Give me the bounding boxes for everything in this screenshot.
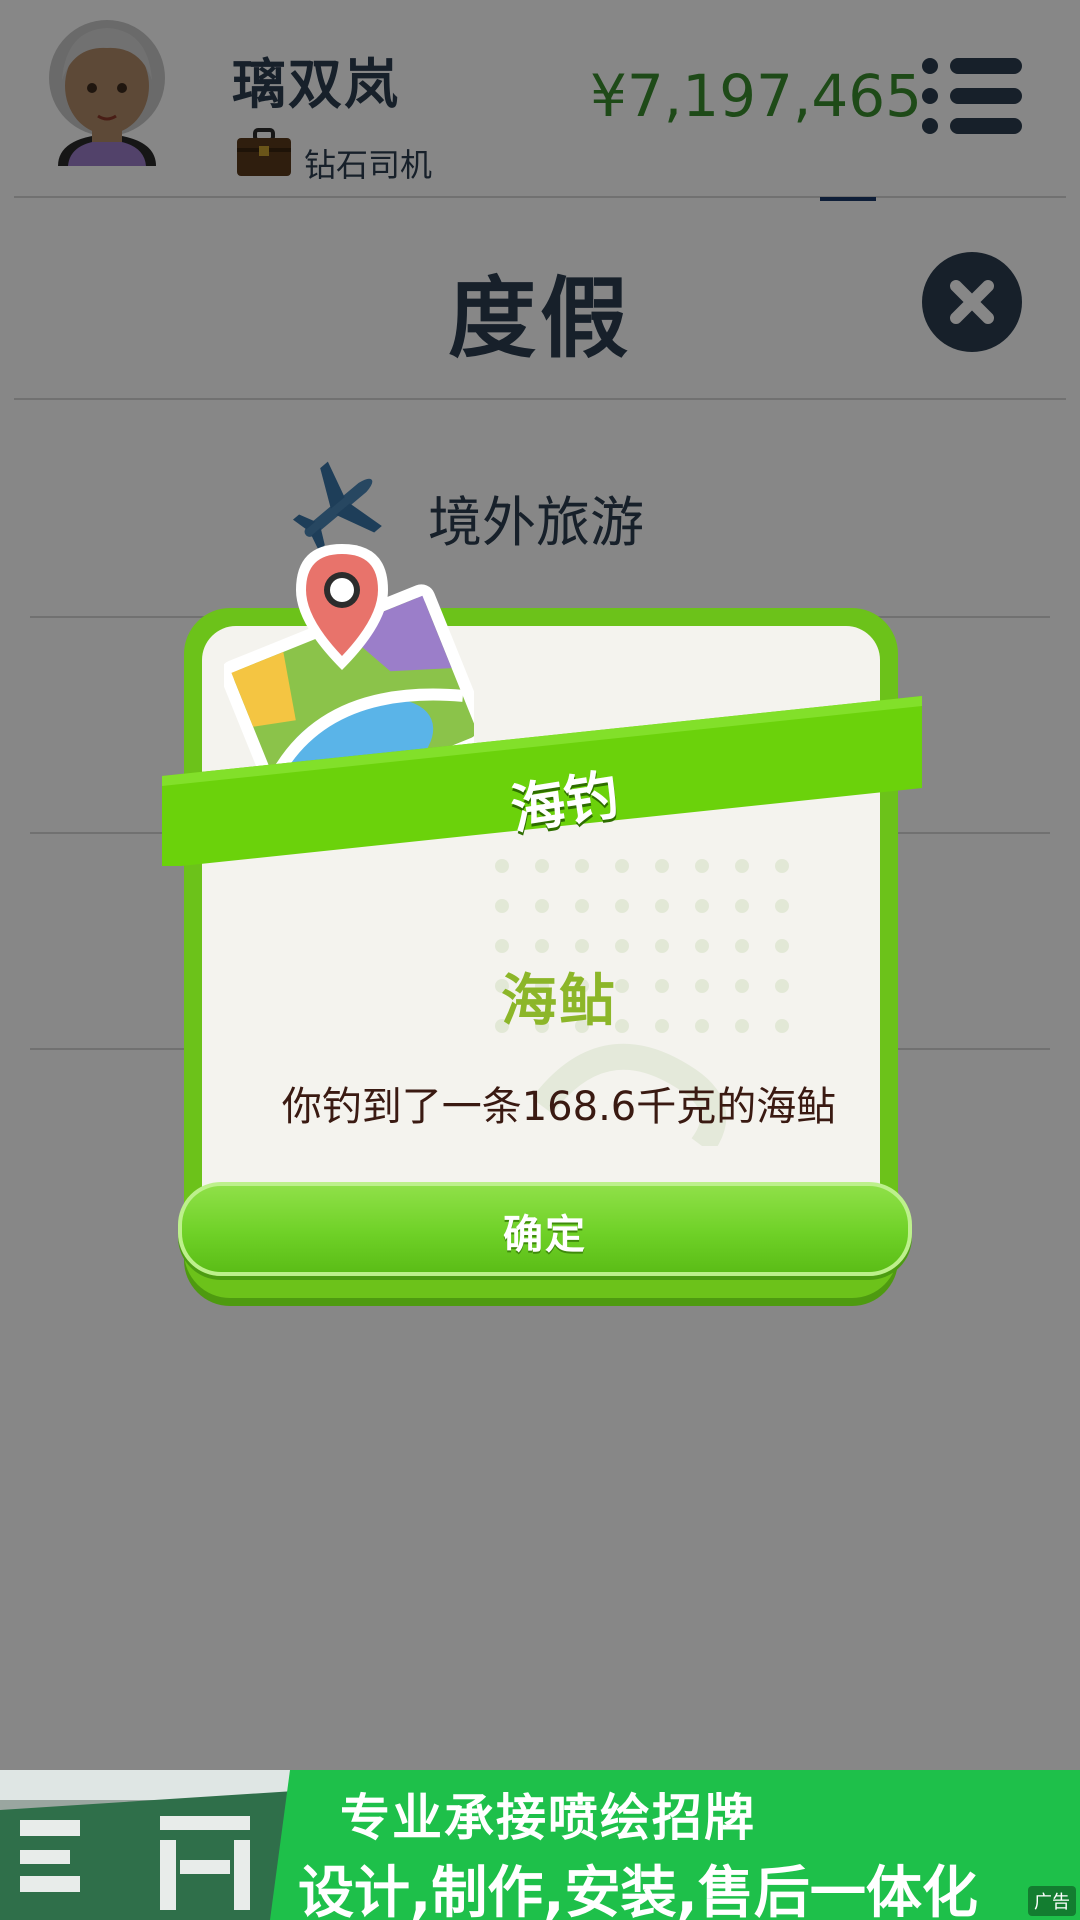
ad-subline: 设计,制作,安装,售后一体化 — [298, 1861, 978, 1920]
fish-message: 你钓到了一条168.6千克的海鲇 — [281, 1084, 837, 1130]
ad-photo — [0, 1770, 310, 1920]
ad-headline: 专业承接喷绘招牌 — [340, 1789, 756, 1847]
confirm-button[interactable]: 确定 — [178, 1182, 912, 1276]
ad-banner[interactable]: 专业承接喷绘招牌 设计,制作,安装,售后一体化 广告 — [0, 1770, 1080, 1920]
fish-name: 海鲇 — [501, 969, 617, 1034]
fishing-result-dialog: 海鲇 你钓到了一条168.6千克的海鲇 海钓 确定 — [162, 544, 922, 1298]
confirm-button-label: 确定 — [503, 1212, 587, 1258]
ad-label: 广告 — [1028, 1886, 1076, 1916]
app-root: 璃双岚 钻石司机 ¥7,197,465 度假 境外旅游 海鲇 你钓到了一条168… — [0, 0, 1080, 1920]
